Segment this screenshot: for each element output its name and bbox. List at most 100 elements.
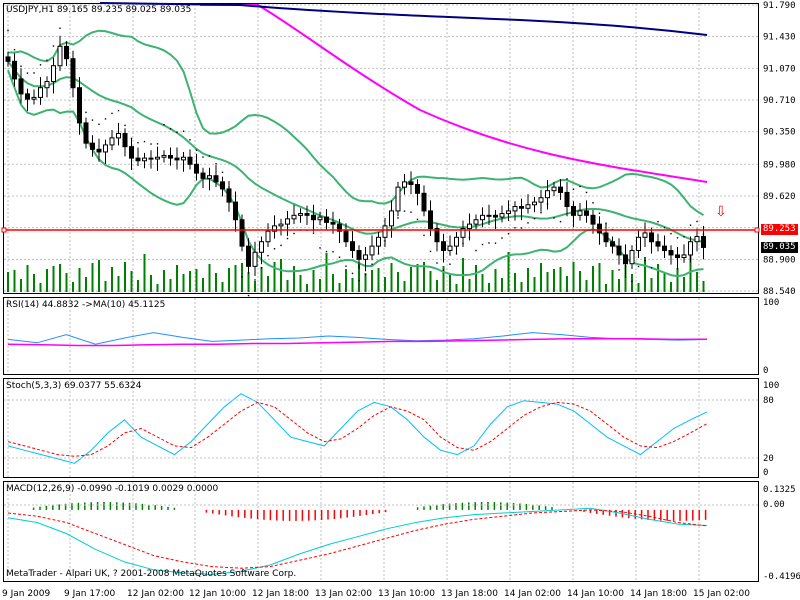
stoch-pane[interactable] <box>3 378 759 478</box>
sar-dot <box>150 143 152 145</box>
candle-body <box>525 204 531 209</box>
candle-body <box>148 157 154 160</box>
candle-body <box>317 216 323 221</box>
candle-body <box>220 181 225 190</box>
sar-dot <box>46 59 48 61</box>
candle-body <box>285 218 290 225</box>
candle-body <box>252 251 258 267</box>
time-axis-label: 15 Jan 02:00 <box>693 589 750 599</box>
candle-body <box>311 214 316 221</box>
sar-dot <box>195 149 198 151</box>
candle-body <box>226 188 232 203</box>
sar-dot <box>572 188 575 190</box>
current-price-tag: 89.035 <box>761 242 798 253</box>
candle-body <box>298 213 303 216</box>
sar-dot <box>540 211 542 214</box>
rsi-axis-label: 0 <box>763 366 768 376</box>
price-axis-label: 90.350 <box>763 128 796 138</box>
candle-body <box>90 142 95 150</box>
sar-dot <box>85 111 87 114</box>
candle-body <box>408 181 414 186</box>
sar-dot <box>358 279 360 282</box>
candle-body <box>155 156 160 160</box>
candle-body <box>200 172 206 179</box>
sar-dot <box>13 49 16 51</box>
candle-body <box>168 154 173 159</box>
sar-dot <box>423 234 425 237</box>
time-axis-label: 13 Jan 10:00 <box>378 589 435 599</box>
price-pane[interactable] <box>3 3 759 294</box>
sar-dot <box>325 250 328 253</box>
sar-dot <box>338 256 341 258</box>
sar-dot <box>137 141 139 144</box>
sar-dot <box>59 27 61 29</box>
candle-body <box>610 241 615 247</box>
sar-dot <box>449 263 451 265</box>
sar-dot <box>247 294 250 297</box>
candle-body <box>506 210 511 215</box>
candle-body <box>441 241 446 252</box>
candle-body <box>187 156 193 165</box>
sar-dot <box>644 259 646 262</box>
sar-dot <box>514 227 516 229</box>
rsi-header: RSI(14) 44.8832 ->MA(10) 45.1125 <box>6 300 166 310</box>
candle-body <box>122 132 128 148</box>
candle-body <box>44 81 50 89</box>
sar-dot <box>494 242 497 244</box>
macd-axis-label: -0.4196 <box>763 572 800 582</box>
sar-dot <box>618 269 620 271</box>
candle-body <box>636 236 641 252</box>
candle-body <box>207 175 212 179</box>
candle-body <box>382 225 388 238</box>
sar-dot <box>39 64 42 66</box>
sar-dot <box>319 247 321 249</box>
sar-dot <box>33 72 35 74</box>
sar-dot <box>371 263 373 265</box>
sar-dot <box>163 123 165 126</box>
candle-body <box>259 241 264 253</box>
sar-dot <box>221 171 224 174</box>
alert-right-handle <box>754 227 760 233</box>
sar-dot <box>592 202 594 204</box>
candle-body <box>135 157 141 162</box>
sar-dot <box>397 217 399 219</box>
sar-dot <box>312 232 315 234</box>
sar-dot <box>169 128 172 130</box>
sar-dot <box>676 237 679 239</box>
sar-dot <box>442 269 445 271</box>
macd-pane[interactable] <box>3 481 759 582</box>
candle-body <box>161 154 167 158</box>
candle-body <box>51 65 56 83</box>
candle-body <box>649 232 654 243</box>
candle-body <box>142 157 147 162</box>
candle-body <box>304 213 310 216</box>
candle-body <box>415 184 420 194</box>
sar-dot <box>182 130 185 132</box>
sar-dot <box>20 65 22 67</box>
macd-axis-label: 0.00 <box>763 500 785 510</box>
candle-body <box>623 254 628 265</box>
candle-body <box>278 223 284 227</box>
candle-body <box>239 219 245 247</box>
sar-dot <box>98 123 100 126</box>
time-axis-label: 14 Jan 18:00 <box>630 589 687 599</box>
sar-dot <box>364 273 367 276</box>
time-axis-label: 12 Jan 18:00 <box>252 589 309 599</box>
down-arrow-icon[interactable]: ⇩ <box>715 204 727 220</box>
price-axis-label: 91.790 <box>763 1 796 11</box>
sar-dot <box>345 265 347 267</box>
sar-dot <box>475 249 477 252</box>
sar-dot <box>111 112 113 115</box>
sar-dot <box>559 220 562 223</box>
rsi-axis-label: 100 <box>763 298 779 308</box>
candle-body <box>558 186 563 193</box>
candle-body <box>447 245 453 252</box>
candle-body <box>512 206 518 212</box>
time-axis-label: 9 Jan 17:00 <box>64 589 116 599</box>
time-axis-label: 12 Jan 10:00 <box>189 589 246 599</box>
sar-dot <box>527 222 529 224</box>
price-axis-label: 91.430 <box>763 33 796 43</box>
candle-body <box>356 250 362 260</box>
candle-body <box>551 186 557 192</box>
candle-body <box>5 56 11 62</box>
